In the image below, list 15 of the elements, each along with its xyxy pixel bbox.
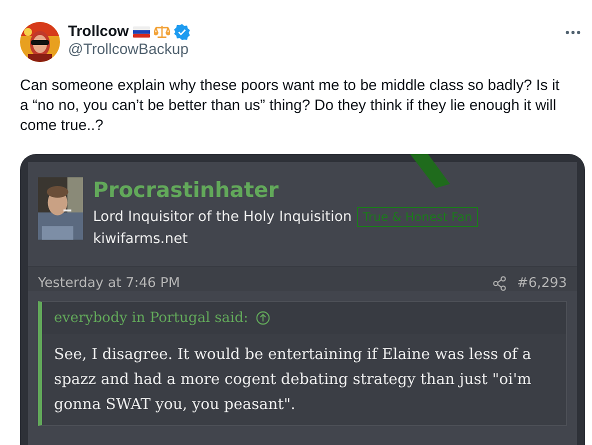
post-timestamp: Yesterday at 7:46 PM <box>38 275 180 291</box>
site-name: kiwifarms.net <box>93 231 189 247</box>
flag-icon <box>132 26 150 38</box>
quote-text: See, I disagree. It would be entertaining if Elaine was less of a spazz and had a more cogent debating strategy than just "oi'm gonna SWAT you, you peasant". <box>53 344 532 415</box>
user-handle[interactable]: @TrollcowBackup <box>68 41 190 58</box>
username: Procrastinhater <box>93 177 280 204</box>
more-options-icon[interactable] <box>565 30 581 35</box>
post-number: #6,293 <box>517 275 567 291</box>
brush-stroke <box>410 154 450 188</box>
user-title: Lord Inquisitor of the Holy Inquisition <box>93 209 352 225</box>
tweet-text: Can someone explain why these poors want me to be middle class so badly? Is it a “no no, you can’t be better than us” thing? Do they think if they lie enough it will come true..? <box>20 76 560 136</box>
display-name[interactable]: Trollcow <box>68 23 129 40</box>
share-icon <box>492 276 508 290</box>
quote-attribution: everybody in Portugal said: <box>54 310 248 326</box>
scales-icon <box>154 24 170 38</box>
